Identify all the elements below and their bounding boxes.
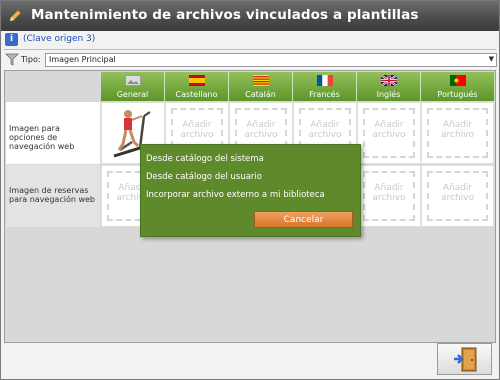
image-cell[interactable]: Añadir archivo — [421, 102, 494, 164]
divider — [4, 49, 496, 50]
option-system-catalog[interactable]: Desde catálogo del sistema — [146, 154, 264, 164]
col-label: General — [116, 90, 149, 99]
window: Mantenimiento de archivos vinculados a p… — [0, 0, 500, 380]
col-label: Francés — [309, 90, 340, 99]
chevron-down-icon[interactable]: ▼ — [489, 55, 494, 63]
window-title: Mantenimiento de archivos vinculados a p… — [31, 7, 419, 23]
col-label: Catalán — [245, 90, 276, 99]
add-file-slot[interactable]: Añadir archivo — [363, 171, 415, 221]
title-bar: Mantenimiento de archivos vinculados a p… — [1, 1, 499, 31]
col-label: Castellano — [175, 90, 218, 99]
type-select-value: Imagen Principal — [49, 55, 116, 64]
col-header-catalan: Catalán — [229, 72, 293, 101]
origin-key-text: (Clave origen 3) — [23, 34, 96, 44]
col-header-general: General — [101, 72, 165, 101]
cancel-button[interactable]: Cancelar — [254, 211, 353, 228]
portugal-flag-icon — [449, 75, 466, 86]
type-bar: Tipo: Imagen Principal ▼ — [5, 52, 497, 68]
filter-icon — [5, 53, 19, 66]
type-label: Tipo: — [21, 55, 41, 64]
type-select[interactable]: Imagen Principal ▼ — [45, 53, 497, 67]
col-header-frances: Francés — [293, 72, 357, 101]
uk-flag-icon — [380, 75, 397, 86]
exit-button[interactable] — [437, 343, 492, 375]
pencil-icon — [9, 9, 22, 22]
col-label: Portugués — [437, 90, 478, 99]
option-external-file[interactable]: Incorporar archivo externo a mi bibliote… — [146, 190, 325, 200]
image-cell[interactable]: Añadir archivo — [357, 102, 421, 164]
col-label: Inglés — [376, 90, 401, 99]
france-flag-icon — [316, 75, 333, 86]
col-header-ingles: Inglés — [357, 72, 421, 101]
col-header-castellano: Castellano — [165, 72, 229, 101]
col-header-portugues: Portugués — [421, 72, 495, 101]
add-file-slot[interactable]: Añadir archivo — [427, 108, 488, 158]
row-label: Imagen de reservas para navegación web — [6, 165, 100, 227]
image-cell[interactable]: Añadir archivo — [357, 165, 421, 227]
add-file-slot[interactable]: Añadir archivo — [427, 171, 488, 221]
spain-flag-icon — [188, 75, 205, 86]
add-file-popup: Desde catálogo del sistema Desde catálog… — [140, 144, 361, 237]
exit-door-icon — [454, 347, 477, 372]
row-label: Imagen para opciones de navegación web — [6, 102, 100, 164]
add-file-slot[interactable]: Añadir archivo — [363, 108, 415, 158]
option-user-catalog[interactable]: Desde catálogo del usuario — [146, 172, 262, 182]
generic-image-icon — [124, 75, 141, 86]
image-cell[interactable]: Añadir archivo — [421, 165, 494, 227]
catalonia-flag-icon — [252, 75, 269, 86]
info-icon[interactable]: i — [5, 33, 18, 46]
